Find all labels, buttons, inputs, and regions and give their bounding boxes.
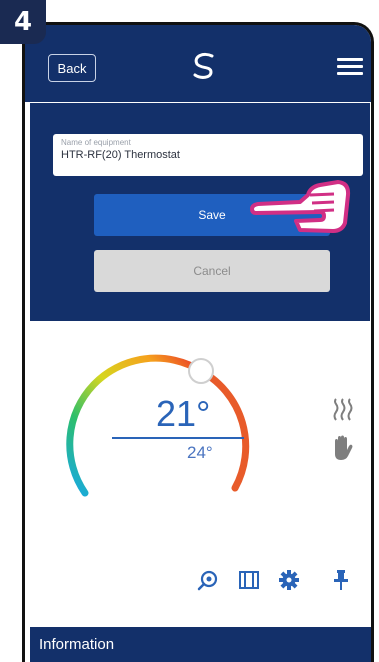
equipment-name-label: Name of equipment [61, 138, 131, 147]
top-bar: Back [25, 25, 371, 102]
cancel-button[interactable]: Cancel [94, 250, 330, 292]
equipment-name-value: HTR-RF(20) Thermostat [61, 149, 180, 161]
view-icon[interactable] [197, 569, 219, 591]
manual-mode-hand-icon [335, 435, 353, 460]
phone-screen: Back Name of equipment HTR-RF(20) Thermo… [22, 22, 374, 662]
equipment-name-field[interactable]: Name of equipment HTR-RF(20) Thermostat [53, 134, 363, 176]
pointing-hand-icon [250, 180, 351, 233]
information-bar[interactable]: Information [30, 627, 371, 662]
pin-icon[interactable] [330, 569, 352, 591]
schedule-icon[interactable] [238, 569, 260, 591]
back-button[interactable]: Back [48, 54, 96, 82]
temperature-divider [112, 437, 244, 439]
hamburger-menu-icon[interactable] [337, 58, 363, 76]
logo-icon [193, 52, 214, 79]
settings-gear-icon[interactable] [278, 569, 300, 591]
step-badge: 4 [0, 0, 46, 44]
set-temperature: 24° [187, 443, 213, 462]
information-label: Information [39, 636, 115, 653]
heating-icon [333, 398, 353, 421]
current-temperature: 21° [156, 393, 211, 434]
